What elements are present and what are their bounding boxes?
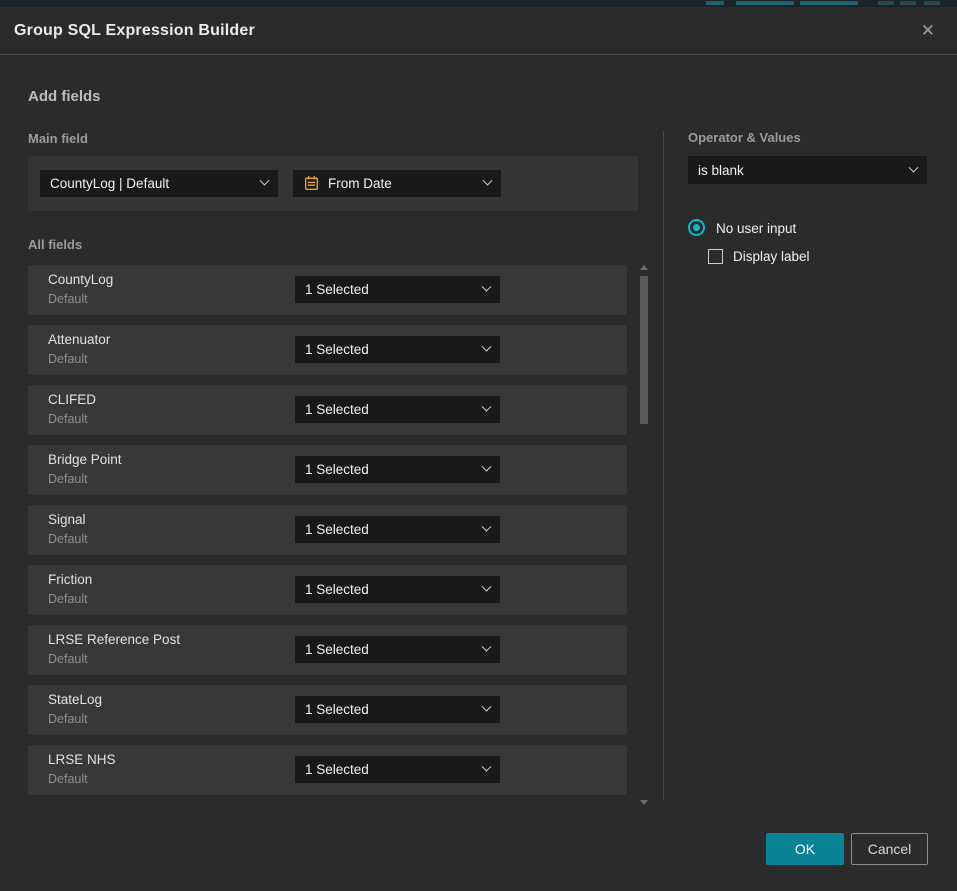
selection-value: 1 Selected [305, 282, 369, 297]
main-field-layer-dropdown[interactable]: CountyLog | Default [40, 170, 278, 197]
field-subtitle: Default [48, 532, 88, 546]
field-row-signal: Signal Default 1 Selected [28, 505, 627, 555]
field-subtitle: Default [48, 712, 88, 726]
operator-dropdown[interactable]: is blank [688, 156, 927, 184]
chevron-down-icon [482, 582, 492, 592]
field-name: CLIFED [48, 392, 96, 407]
field-selection-dropdown[interactable]: 1 Selected [295, 396, 500, 423]
selection-value: 1 Selected [305, 522, 369, 537]
background-toolbar-fragment [736, 1, 794, 5]
chevron-down-icon [482, 462, 492, 472]
selection-value: 1 Selected [305, 342, 369, 357]
field-subtitle: Default [48, 772, 88, 786]
field-selection-dropdown[interactable]: 1 Selected [295, 696, 500, 723]
cancel-button[interactable]: Cancel [851, 833, 928, 865]
chevron-down-icon [482, 702, 492, 712]
field-subtitle: Default [48, 352, 88, 366]
background-toolbar-fragment [706, 1, 724, 5]
field-name: Friction [48, 572, 92, 587]
field-selection-dropdown[interactable]: 1 Selected [295, 456, 500, 483]
main-field-container: CountyLog | Default From Date [28, 156, 638, 211]
calendar-date-icon [303, 175, 320, 192]
display-label-checkbox[interactable] [708, 249, 723, 264]
add-fields-heading: Add fields [28, 88, 101, 105]
selection-value: 1 Selected [305, 402, 369, 417]
panel-divider [663, 131, 664, 800]
field-selection-dropdown[interactable]: 1 Selected [295, 516, 500, 543]
selection-value: 1 Selected [305, 642, 369, 657]
operator-values-label: Operator & Values [688, 130, 801, 145]
scroll-down-icon[interactable] [640, 800, 648, 805]
no-user-input-radio[interactable] [688, 219, 705, 236]
field-subtitle: Default [48, 472, 88, 486]
chevron-down-icon [909, 162, 919, 172]
field-selection-dropdown[interactable]: 1 Selected [295, 576, 500, 603]
dialog-title: Group SQL Expression Builder [14, 22, 255, 40]
main-field-label: Main field [28, 131, 88, 146]
screen: Group SQL Expression Builder ✕ Add field… [0, 0, 957, 891]
no-user-input-label[interactable]: No user input [716, 221, 796, 236]
field-name: Signal [48, 512, 86, 527]
list-scrollbar[interactable] [637, 263, 651, 805]
scroll-up-icon[interactable] [640, 265, 648, 270]
field-name: Attenuator [48, 332, 110, 347]
background-toolbar-fragment [924, 1, 940, 5]
background-toolbar-fragment [800, 1, 858, 5]
chevron-down-icon [482, 522, 492, 532]
ok-button[interactable]: OK [766, 833, 844, 865]
chevron-down-icon [482, 642, 492, 652]
dialog-header: Group SQL Expression Builder ✕ [0, 7, 957, 55]
field-selection-dropdown[interactable]: 1 Selected [295, 636, 500, 663]
main-field-field-value: From Date [328, 176, 392, 191]
chevron-down-icon [483, 176, 493, 186]
field-row-bridge-point: Bridge Point Default 1 Selected [28, 445, 627, 495]
chevron-down-icon [482, 342, 492, 352]
field-row-countylog: CountyLog Default 1 Selected [28, 265, 627, 315]
field-row-attenuator: Attenuator Default 1 Selected [28, 325, 627, 375]
field-subtitle: Default [48, 292, 88, 306]
field-subtitle: Default [48, 412, 88, 426]
field-row-lrse-reference-post: LRSE Reference Post Default 1 Selected [28, 625, 627, 675]
field-name: Bridge Point [48, 452, 122, 467]
field-subtitle: Default [48, 592, 88, 606]
field-selection-dropdown[interactable]: 1 Selected [295, 336, 500, 363]
background-toolbar-fragment [878, 1, 894, 5]
selection-value: 1 Selected [305, 762, 369, 777]
chevron-down-icon [482, 402, 492, 412]
main-field-field-dropdown[interactable]: From Date [293, 170, 501, 197]
chevron-down-icon [260, 176, 270, 186]
chevron-down-icon [482, 762, 492, 772]
field-selection-dropdown[interactable]: 1 Selected [295, 276, 500, 303]
field-row-clifed: CLIFED Default 1 Selected [28, 385, 627, 435]
selection-value: 1 Selected [305, 582, 369, 597]
all-fields-label: All fields [28, 237, 82, 252]
chevron-down-icon [482, 282, 492, 292]
sql-expression-builder-dialog: Group SQL Expression Builder ✕ Add field… [0, 7, 957, 891]
operator-value: is blank [698, 163, 744, 178]
field-row-friction: Friction Default 1 Selected [28, 565, 627, 615]
field-name: StateLog [48, 692, 102, 707]
scrollbar-thumb[interactable] [640, 276, 648, 424]
field-name: CountyLog [48, 272, 113, 287]
selection-value: 1 Selected [305, 702, 369, 717]
main-field-layer-value: CountyLog | Default [50, 176, 169, 191]
display-label-label[interactable]: Display label [733, 249, 810, 264]
close-icon[interactable]: ✕ [913, 18, 943, 43]
field-name: LRSE NHS [48, 752, 116, 767]
field-name: LRSE Reference Post [48, 632, 180, 647]
field-row-statelog: StateLog Default 1 Selected [28, 685, 627, 735]
field-row-lrse-nhs: LRSE NHS Default 1 Selected [28, 745, 627, 795]
selection-value: 1 Selected [305, 462, 369, 477]
field-subtitle: Default [48, 652, 88, 666]
background-app-strip [0, 0, 957, 7]
background-toolbar-fragment [900, 1, 916, 5]
field-selection-dropdown[interactable]: 1 Selected [295, 756, 500, 783]
